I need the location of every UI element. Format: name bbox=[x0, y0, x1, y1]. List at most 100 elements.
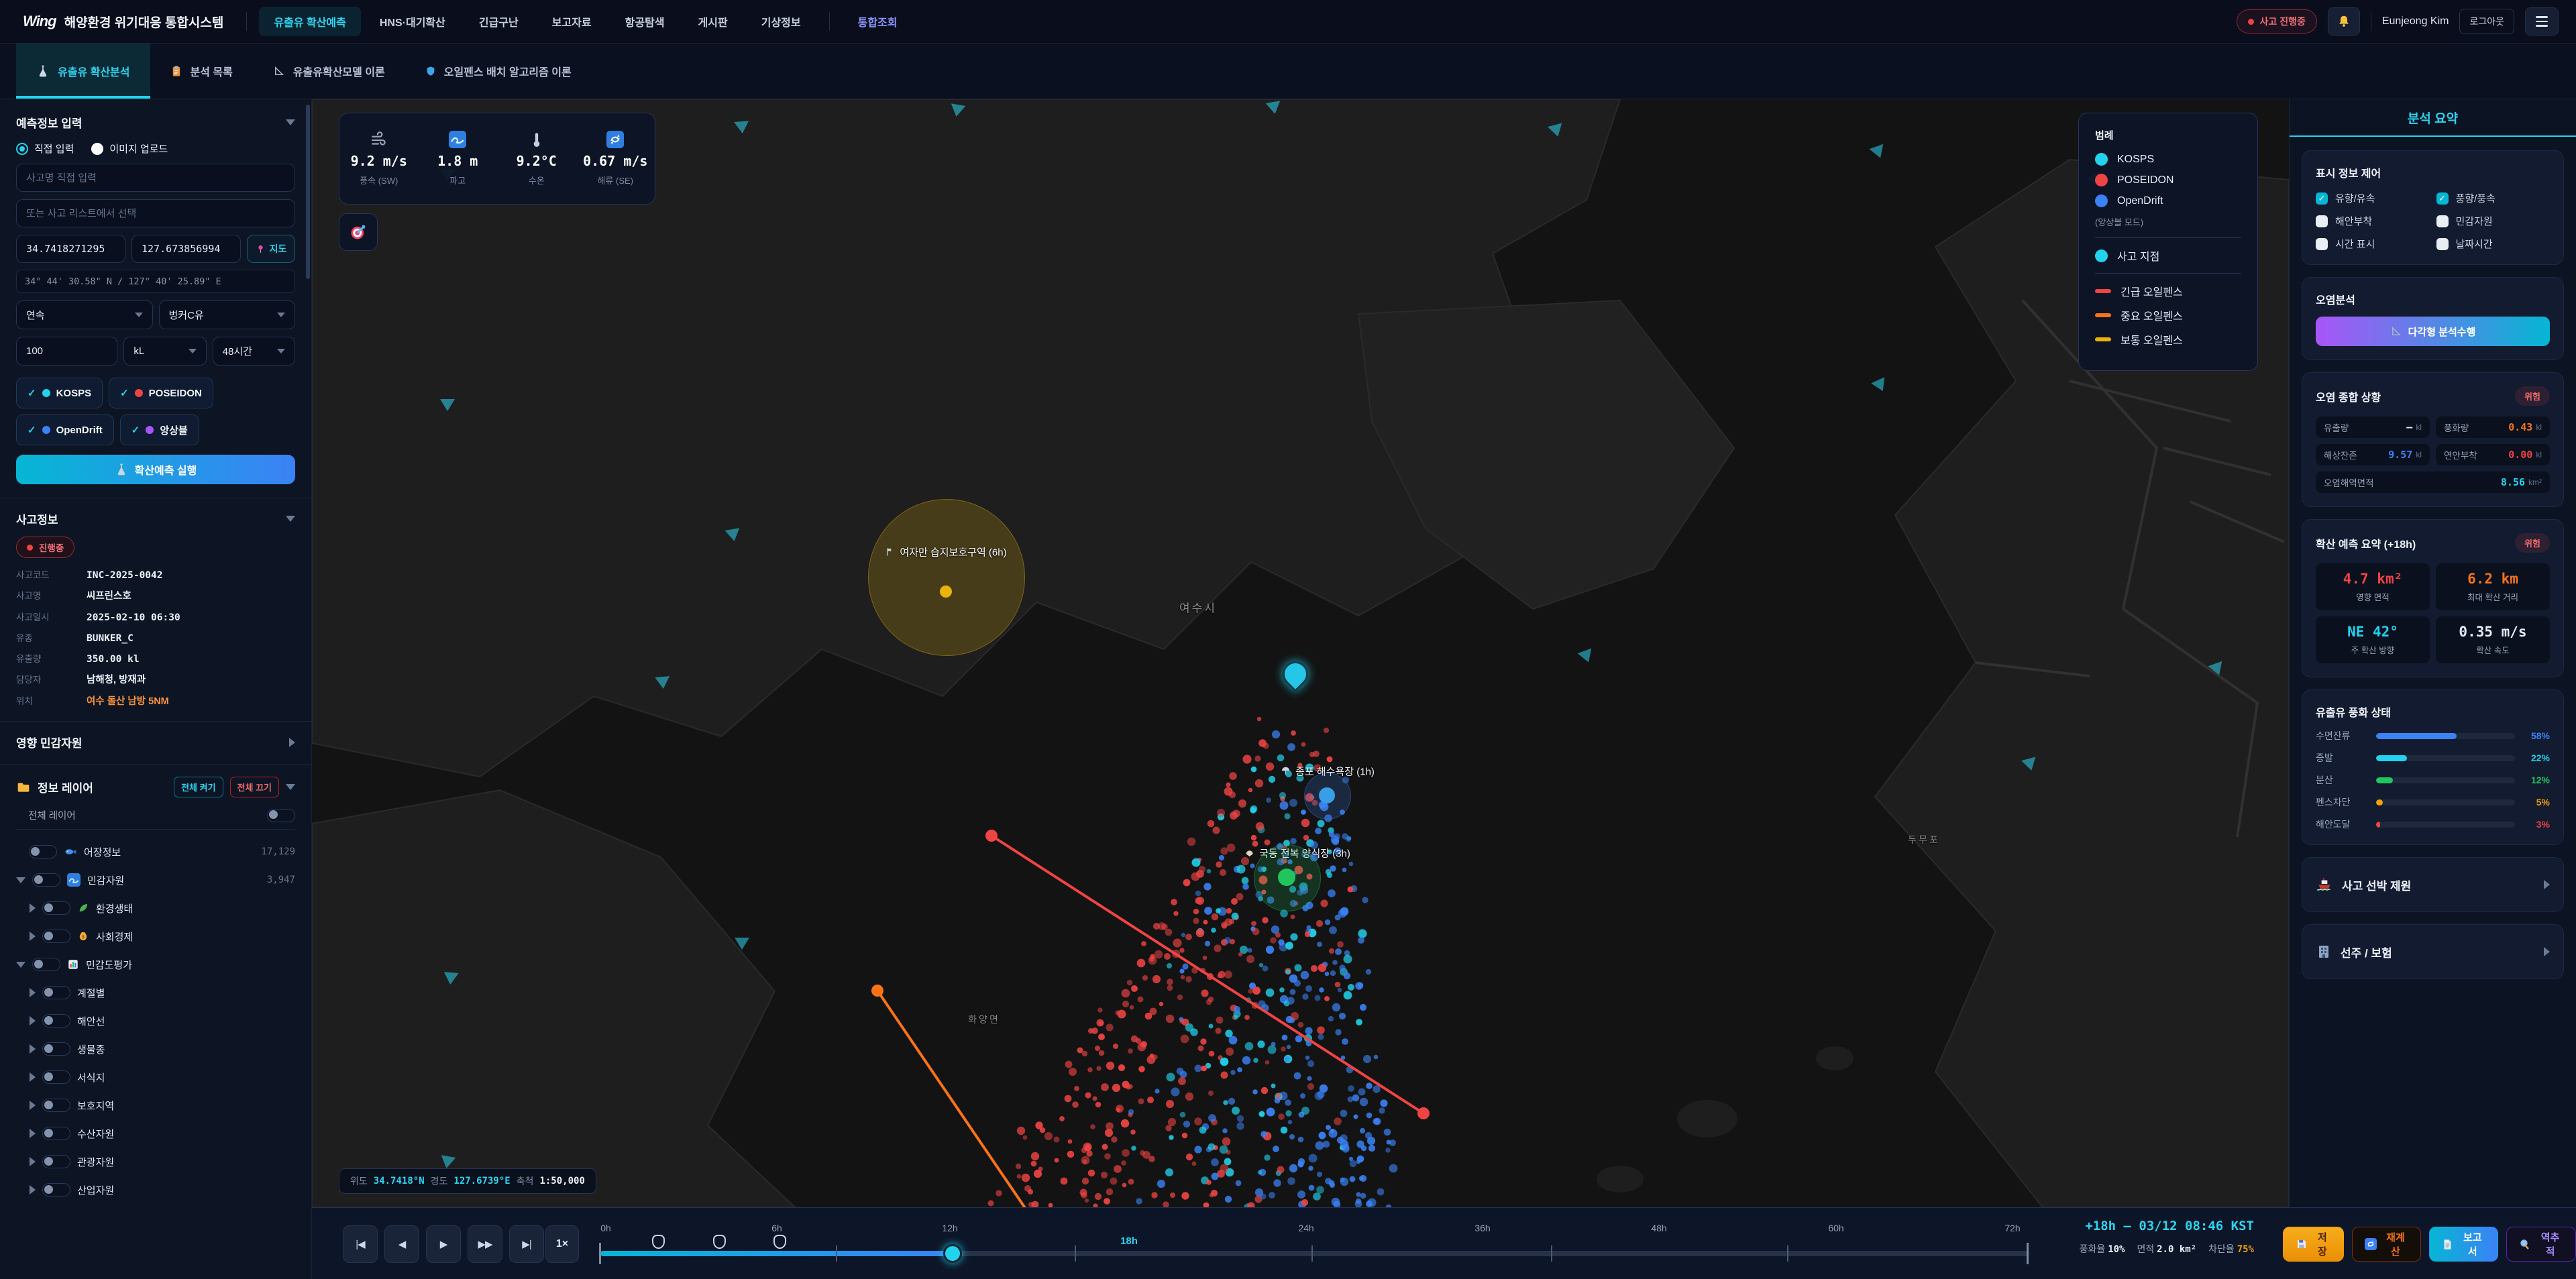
nav-item-6[interactable]: 기상정보 bbox=[747, 7, 816, 36]
bar-label: 해안도달 bbox=[2316, 818, 2368, 831]
layer-toggle[interactable] bbox=[42, 1127, 70, 1140]
duration-select[interactable]: 48시간 bbox=[213, 337, 295, 366]
checkbox-icon[interactable] bbox=[2316, 238, 2328, 250]
map-canvas[interactable]: 여자만 습지보호구역 (6h) 종포 해수욕장 (1h) 국동 전복 양식장 (… bbox=[312, 99, 2289, 1207]
nav-item-4[interactable]: 항공탐색 bbox=[610, 7, 680, 36]
display-option-해안부착[interactable]: 해안부착 bbox=[2316, 214, 2430, 228]
저장-button[interactable]: 저장 bbox=[2283, 1227, 2344, 1262]
radio-direct-input[interactable]: 직접 입력 bbox=[16, 142, 74, 156]
layers-all-off-button[interactable]: 전체 끄기 bbox=[230, 777, 279, 797]
layer-toggle[interactable] bbox=[29, 845, 57, 858]
logout-button[interactable]: 로그아웃 bbox=[2459, 9, 2514, 34]
radio-image-upload[interactable]: 이미지 업로드 bbox=[91, 142, 168, 156]
layer-row-해안선[interactable]: 해안선 bbox=[16, 1007, 295, 1035]
stat-label: 유출량 bbox=[2324, 421, 2349, 434]
timeline-thumb[interactable] bbox=[943, 1244, 962, 1263]
model-chip-KOSPS[interactable]: ✓KOSPS bbox=[16, 378, 103, 408]
layer-toggle[interactable] bbox=[42, 1183, 70, 1197]
layers-all-on-button[interactable]: 전체 켜기 bbox=[174, 777, 223, 797]
layer-toggle[interactable] bbox=[42, 1099, 70, 1112]
incident-name-input[interactable] bbox=[16, 164, 295, 192]
layer-toggle[interactable] bbox=[42, 901, 70, 915]
layer-toggle[interactable] bbox=[42, 1014, 70, 1027]
incident-section-title[interactable]: 사고정보 bbox=[16, 510, 295, 527]
layer-label: 사회경제 bbox=[96, 930, 133, 944]
display-option-민감자원[interactable]: 민감자원 bbox=[2436, 214, 2551, 228]
checkbox-checked-icon[interactable]: ✓ bbox=[2316, 192, 2328, 205]
model-chip-앙상블[interactable]: ✓앙상블 bbox=[120, 414, 199, 445]
run-prediction-button[interactable]: 확산예측 실행 bbox=[16, 455, 295, 484]
layer-toggle[interactable] bbox=[32, 873, 60, 887]
display-option-풍향/풍속[interactable]: ✓풍향/풍속 bbox=[2436, 191, 2551, 205]
layer-row-보호지역[interactable]: 보호지역 bbox=[16, 1091, 295, 1119]
nav-item-1[interactable]: HNS·대기확산 bbox=[365, 7, 460, 36]
layer-toggle[interactable] bbox=[42, 1155, 70, 1168]
checkbox-icon[interactable] bbox=[2436, 215, 2449, 227]
spill-type-select[interactable]: 연속 bbox=[16, 300, 153, 329]
collapsed-card-선주 / 보험[interactable]: 선주 / 보험 bbox=[2302, 924, 2564, 979]
layer-row-관광자원[interactable]: 관광자원 bbox=[16, 1148, 295, 1176]
model-chip-POSEIDON[interactable]: ✓POSEIDON bbox=[109, 378, 213, 408]
oil-type-select[interactable]: 벙커C유 bbox=[159, 300, 296, 329]
unit-select[interactable]: kL bbox=[123, 337, 206, 366]
nav-item-3[interactable]: 보고자료 bbox=[537, 7, 606, 36]
incident-list-input[interactable] bbox=[16, 199, 295, 227]
layer-row-수산자원[interactable]: 수산자원 bbox=[16, 1119, 295, 1148]
display-option-유향/유속[interactable]: ✓유향/유속 bbox=[2316, 191, 2430, 205]
zone-dot[interactable] bbox=[940, 586, 952, 598]
menu-button[interactable] bbox=[2525, 7, 2559, 36]
layer-row-어장정보[interactable]: 어장정보17,129 bbox=[16, 838, 295, 866]
layer-row-환경생태[interactable]: 환경생태 bbox=[16, 894, 295, 922]
master-layer-toggle[interactable] bbox=[267, 809, 295, 822]
nav-item-7[interactable]: 통합조회 bbox=[843, 7, 912, 36]
ruler-icon bbox=[2390, 325, 2402, 337]
layer-row-민감자원[interactable]: 민감자원3,947 bbox=[16, 866, 295, 894]
predict-section-title[interactable]: 예측정보 입력 bbox=[16, 114, 295, 131]
sidebar-scrollbar[interactable] bbox=[306, 105, 310, 279]
amount-input[interactable] bbox=[16, 337, 117, 366]
layer-row-계절별[interactable]: 계절별 bbox=[16, 979, 295, 1007]
nav-item-2[interactable]: 긴급구난 bbox=[464, 7, 533, 36]
display-option-시간 표시[interactable]: 시간 표시 bbox=[2316, 237, 2430, 251]
fence-event-marker[interactable] bbox=[652, 1235, 665, 1249]
fence-event-marker[interactable] bbox=[713, 1235, 726, 1249]
checkbox-icon[interactable] bbox=[2436, 238, 2449, 250]
farm-zone-circle[interactable] bbox=[1254, 844, 1321, 911]
fence-event-marker[interactable] bbox=[773, 1235, 786, 1249]
layer-row-민감도평가[interactable]: 민감도평가 bbox=[16, 950, 295, 979]
layer-row-산업자원[interactable]: 산업자원 bbox=[16, 1176, 295, 1204]
impact-section-title[interactable]: 영향 민감자원 bbox=[16, 734, 295, 750]
tab-3[interactable]: 오일펜스 배치 알고리즘 이론 bbox=[405, 43, 592, 99]
display-option-날짜시간[interactable]: 날짜시간 bbox=[2436, 237, 2551, 251]
polygon-analysis-button[interactable]: 다각형 분석수행 bbox=[2316, 317, 2550, 346]
layer-toggle[interactable] bbox=[32, 958, 60, 971]
재계산-button[interactable]: 재계산 bbox=[2352, 1227, 2422, 1262]
timeline-track[interactable] bbox=[600, 1251, 2029, 1256]
보고서-button[interactable]: 보고서 bbox=[2429, 1227, 2498, 1262]
layer-row-서식지[interactable]: 서식지 bbox=[16, 1063, 295, 1091]
checkbox-icon[interactable] bbox=[2316, 215, 2328, 227]
longitude-input[interactable] bbox=[131, 235, 241, 263]
tab-0[interactable]: 유출유 확산분석 bbox=[16, 43, 150, 99]
layer-toggle[interactable] bbox=[42, 1042, 70, 1056]
svg-text:$: $ bbox=[82, 935, 85, 940]
analysis-panel-header[interactable]: 분석 요약 bbox=[2290, 99, 2576, 137]
tab-1[interactable]: 분석 목록 bbox=[150, 43, 253, 99]
layer-toggle[interactable] bbox=[42, 986, 70, 999]
layer-row-생물종[interactable]: 생물종 bbox=[16, 1035, 295, 1063]
layer-row-사회경제[interactable]: $ 사회경제 bbox=[16, 922, 295, 950]
tab-2[interactable]: 유출유확산모델 이론 bbox=[253, 43, 405, 99]
역추적-button[interactable]: 역추적 bbox=[2506, 1227, 2576, 1262]
checkbox-checked-icon[interactable]: ✓ bbox=[2436, 192, 2449, 205]
nav-item-5[interactable]: 게시판 bbox=[684, 7, 743, 36]
latitude-input[interactable] bbox=[16, 235, 125, 263]
model-chip-OpenDrift[interactable]: ✓OpenDrift bbox=[16, 414, 114, 445]
layer-toggle[interactable] bbox=[42, 930, 70, 943]
collapsed-card-사고 선박 제원[interactable]: 사고 선박 제원 bbox=[2302, 857, 2564, 912]
layer-toggle[interactable] bbox=[42, 1070, 70, 1084]
beach-zone-circle[interactable] bbox=[1304, 773, 1351, 820]
recenter-target-button[interactable] bbox=[339, 213, 378, 251]
pick-on-map-button[interactable]: 지도 bbox=[247, 235, 295, 263]
nav-item-0[interactable]: 유출유 확산예측 bbox=[259, 7, 361, 36]
notifications-button[interactable] bbox=[2328, 7, 2360, 36]
